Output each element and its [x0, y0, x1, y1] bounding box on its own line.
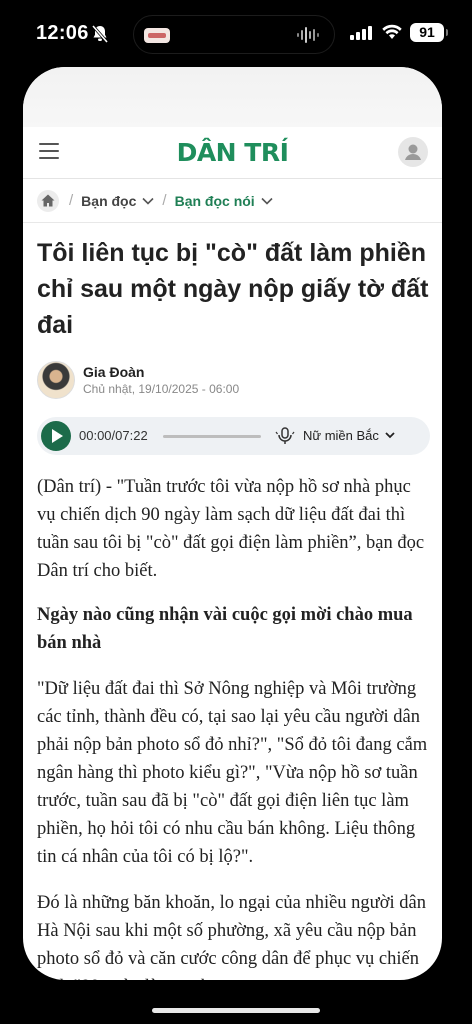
audio-progress-bar[interactable]	[163, 435, 261, 438]
article-title: Tôi liên tục bị "cò" đất làm phiền chỉ s…	[37, 239, 429, 339]
bell-muted-icon	[92, 25, 108, 43]
play-button[interactable]	[41, 421, 71, 451]
audio-player: 00:00/07:22 Nữ miền Bắc	[37, 417, 430, 455]
article: Tôi liên tục bị "cò" đất làm phiền chỉ s…	[37, 235, 430, 980]
chevron-down-icon[interactable]	[261, 197, 273, 205]
browser-page: DÂN TRÍ / Bạn đọc / Bạn đọc nói Tôi liên…	[23, 67, 442, 980]
voice-icon[interactable]	[275, 426, 295, 446]
article-paragraph: Đó là những băn khoăn, lo ngại của nhiều…	[37, 893, 426, 980]
voice-select[interactable]: Nữ miền Bắc	[303, 428, 379, 443]
site-logo[interactable]: DÂN TRÍ	[23, 138, 442, 167]
status-bar: 12:06 91	[0, 0, 472, 64]
live-activity-icon	[144, 28, 170, 43]
home-icon[interactable]	[37, 189, 59, 212]
cellular-signal-icon	[350, 26, 372, 40]
status-time: 12:06	[36, 22, 89, 44]
article-subheading: Ngày nào cũng nhận vài cuộc gọi mời chào…	[37, 605, 413, 653]
breadcrumb-item-ban-doc[interactable]: Bạn đọc	[81, 193, 136, 209]
author-avatar[interactable]	[37, 361, 75, 399]
chevron-down-icon[interactable]	[142, 197, 154, 205]
author-row: Gia Đoàn Chủ nhật, 19/10/2025 - 06:00	[37, 361, 430, 405]
site-header: DÂN TRÍ	[23, 127, 442, 179]
author-name[interactable]: Gia Đoàn	[83, 364, 144, 380]
user-account-button[interactable]	[398, 137, 428, 167]
breadcrumb-separator: /	[69, 192, 74, 209]
audio-time: 00:00/07:22	[79, 428, 148, 443]
breadcrumb: / Bạn đọc / Bạn đọc nói	[23, 179, 442, 223]
article-paragraph: (Dân trí) - "Tuần trước tôi vừa nộp hồ s…	[37, 477, 425, 581]
breadcrumb-item-ban-doc-noi[interactable]: Bạn đọc nói	[175, 193, 255, 209]
breadcrumb-separator: /	[162, 192, 167, 209]
battery-indicator: 91	[410, 23, 448, 42]
publish-date: Chủ nhật, 19/10/2025 - 06:00	[83, 382, 240, 396]
user-icon	[405, 144, 421, 160]
browser-top-area	[23, 67, 442, 127]
dynamic-island[interactable]	[133, 15, 335, 54]
audio-wave-icon	[297, 27, 319, 43]
article-paragraph: "Dữ liệu đất đai thì Sở Nông nghiệp và M…	[37, 679, 428, 867]
home-indicator[interactable]	[152, 1008, 320, 1013]
chevron-down-icon[interactable]	[385, 432, 395, 439]
wifi-icon	[382, 24, 402, 39]
